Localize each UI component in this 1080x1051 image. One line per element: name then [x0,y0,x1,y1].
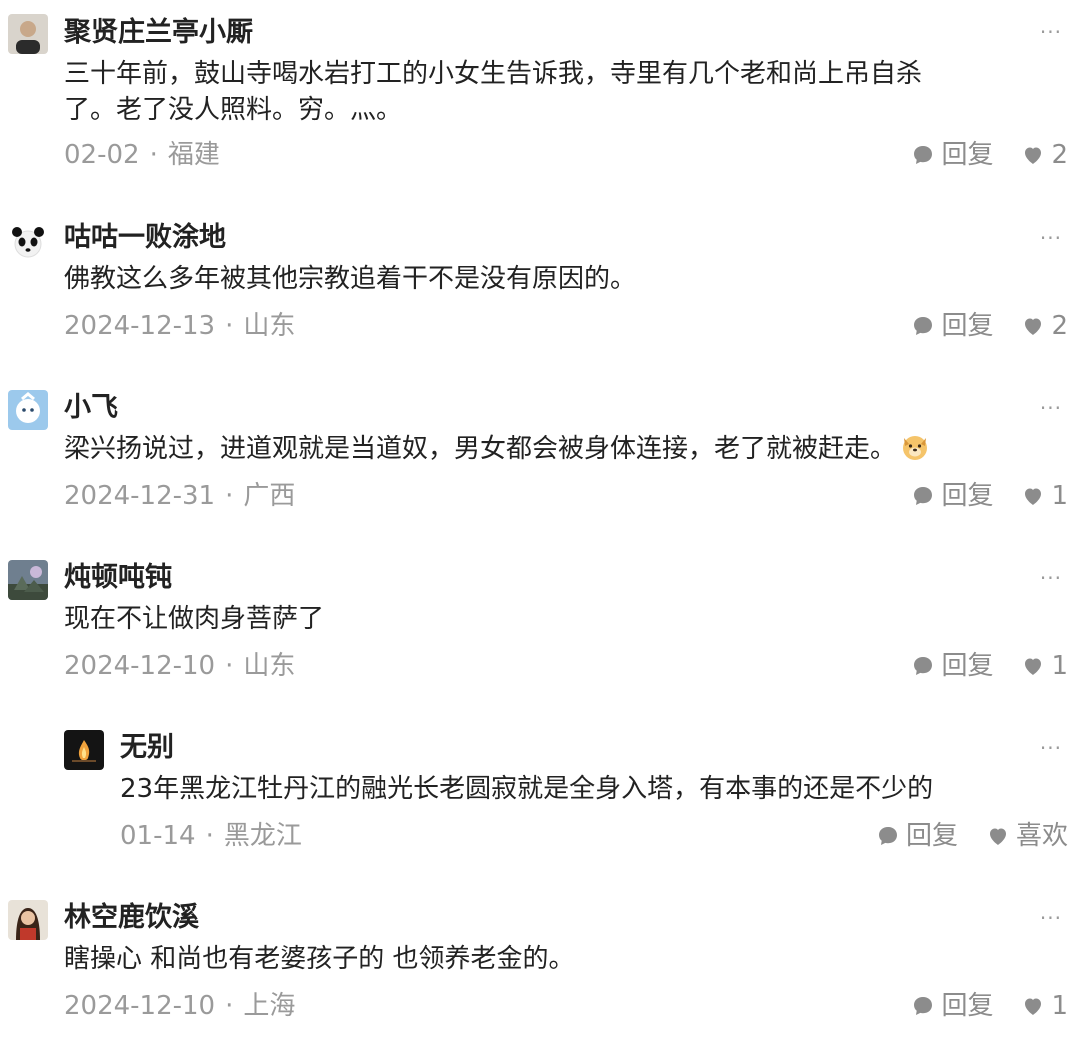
comment-date: 2024-12-31 [64,481,216,511]
more-dots-icon[interactable]: ··· [1040,568,1062,588]
username[interactable]: 咕咕一败涂地 [64,221,226,255]
comment-date: 02-02 [64,140,140,170]
speech-bubble-icon [914,317,933,335]
heart-icon [1025,318,1042,335]
reply-button[interactable]: 回复 [876,819,958,853]
reply-button[interactable]: 回复 [911,989,993,1023]
comment-text: 现在不让做肉身菩萨了 [64,604,325,634]
speech-bubble-icon [914,997,933,1015]
comment-meta: 2024-12-31 · 广西 [64,479,295,513]
comment-text-body: 梁兴扬说过，进道观就是当道奴，男女都会被身体连接，老了就被赶走。 [64,434,897,464]
like-count: 1 [1051,651,1068,681]
heart-icon [1025,488,1042,505]
comment-location: 广西 [243,481,296,511]
like-button[interactable]: 1 [1021,989,1068,1023]
comment-location: 上海 [243,991,296,1021]
reply-button[interactable]: 回复 [911,479,993,513]
reply-button[interactable]: 回复 [911,649,993,683]
reply-label: 回复 [941,311,994,341]
heart-icon [1025,658,1042,675]
like-button[interactable]: 1 [1021,479,1068,513]
comment-location: 山东 [243,651,296,681]
like-count: 1 [1051,991,1068,1021]
comment-text: 三十年前，鼓山寺喝水岩打工的小女生告诉我，寺里有几个老和尚上吊自杀 了。老了没人… [64,59,923,125]
comment-date: 01-14 [120,821,196,851]
comment-meta: 02-02 · 福建 [64,138,220,172]
like-count: 1 [1051,481,1068,511]
heart-icon [989,828,1006,845]
comment-date: 2024-12-13 [64,311,216,341]
like-button[interactable]: 2 [1021,309,1068,343]
meta-separator: · [225,311,234,341]
comment-location: 福建 [167,140,220,170]
comment-actions: 回复 1 [911,649,1068,683]
like-button[interactable]: 喜欢 [986,819,1068,853]
comment-actions: 回复 喜欢 [876,819,1068,853]
comment-text: 瞎操心 和尚也有老婆孩子的 也领养老金的。 [64,944,575,974]
avatar[interactable] [8,900,48,940]
comment-date: 2024-12-10 [64,991,216,1021]
like-count: 2 [1051,140,1068,170]
heart-icon [1025,998,1042,1015]
avatar[interactable] [64,730,104,770]
comment-text: 23年黑龙江牡丹江的融光长老圆寂就是全身入塔，有本事的还是不少的 [120,774,934,804]
dog-emoji-icon [903,436,928,460]
like-button[interactable]: 2 [1021,138,1068,172]
comment-actions: 回复 1 [911,479,1068,513]
avatar[interactable] [8,222,48,262]
reply-label: 回复 [905,821,958,851]
speech-bubble-icon [878,827,897,845]
comment-date: 2024-12-10 [64,651,216,681]
more-dots-icon[interactable]: ··· [1040,228,1062,248]
reply-label: 回复 [941,140,994,170]
comment-actions: 回复 2 [911,309,1068,343]
username[interactable]: 聚贤庄兰亭小厮 [64,16,253,50]
meta-separator: · [149,140,158,170]
comment-location: 山东 [243,311,296,341]
comment-location: 黑龙江 [223,821,302,851]
speech-bubble-icon [914,146,933,164]
meta-separator: · [225,651,234,681]
comment-meta: 2024-12-13 · 山东 [64,309,295,343]
like-label: 喜欢 [1015,821,1068,851]
like-count: 2 [1051,311,1068,341]
comment-meta: 01-14 · 黑龙江 [120,819,302,853]
reply-button[interactable]: 回复 [911,138,993,172]
reply-label: 回复 [941,481,994,511]
comment-meta: 2024-12-10 · 上海 [64,989,295,1023]
speech-bubble-icon [914,487,933,505]
comment-text: 佛教这么多年被其他宗教追着干不是没有原因的。 [64,264,637,294]
reply-label: 回复 [941,651,994,681]
more-dots-icon[interactable]: ··· [1040,908,1062,928]
reply-button[interactable]: 回复 [911,309,993,343]
avatar[interactable] [8,390,48,430]
reply-label: 回复 [941,991,994,1021]
avatar[interactable] [8,560,48,600]
more-dots-icon[interactable]: ··· [1040,22,1062,42]
comment-actions: 回复 1 [911,989,1068,1023]
avatar[interactable] [8,14,48,54]
speech-bubble-icon [914,657,933,675]
username[interactable]: 小飞 [64,391,118,425]
meta-separator: · [205,821,214,851]
username[interactable]: 炖顿吨钝 [64,561,172,595]
meta-separator: · [225,481,234,511]
like-button[interactable]: 1 [1021,649,1068,683]
username[interactable]: 无别 [120,731,174,765]
more-dots-icon[interactable]: ··· [1040,398,1062,418]
comment-meta: 2024-12-10 · 山东 [64,649,295,683]
comment-text: 梁兴扬说过，进道观就是当道奴，男女都会被身体连接，老了就被赶走。 [64,431,1064,467]
more-dots-icon[interactable]: ··· [1040,738,1062,758]
comment-actions: 回复 2 [911,138,1068,172]
heart-icon [1025,147,1042,164]
meta-separator: · [225,991,234,1021]
username[interactable]: 林空鹿饮溪 [64,901,199,935]
